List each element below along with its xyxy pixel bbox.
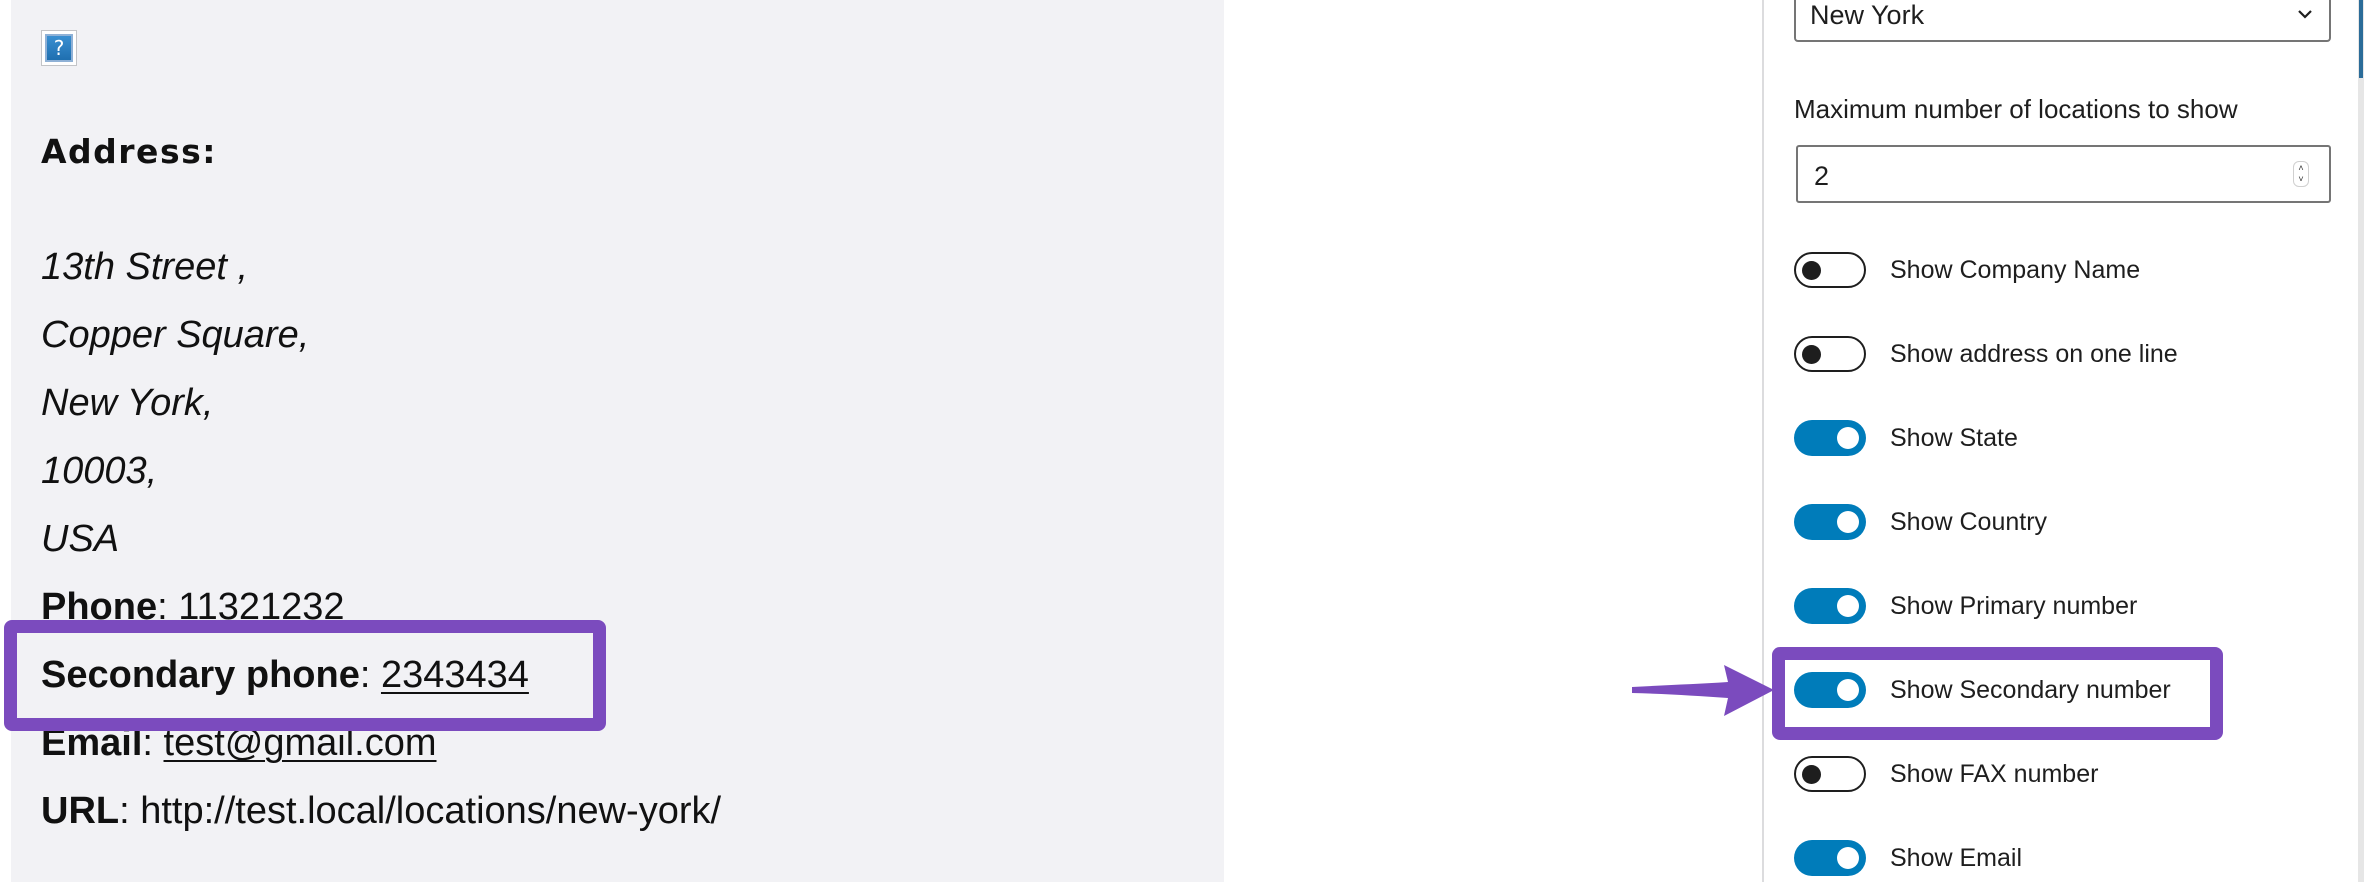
toggle-row[interactable]: Show State	[1794, 418, 2018, 458]
toggle-label[interactable]: Show address on one line	[1890, 340, 2178, 369]
toggle-knob	[1837, 847, 1859, 869]
toggle-row[interactable]: Show FAX number	[1794, 754, 2098, 794]
secondary-phone-highlight-box	[4, 620, 606, 731]
sidebar-scrollbar-thumb[interactable]	[2359, 0, 2363, 78]
toggle-label[interactable]: Show Primary number	[1890, 592, 2137, 621]
toggle-knob	[1837, 595, 1859, 617]
sidebar-scrollbar[interactable]	[2358, 0, 2364, 882]
spinner-up-icon[interactable]: ˄	[2298, 163, 2303, 174]
spinner-down-icon[interactable]: ˅	[2298, 174, 2303, 185]
toggle-knob	[1802, 261, 1821, 280]
annotation-arrow-icon	[1632, 665, 1774, 716]
help-icon[interactable]: ?	[41, 30, 77, 66]
address-line-country: USA	[41, 518, 120, 560]
toggle-switch[interactable]	[1794, 756, 1866, 792]
question-mark-icon: ?	[45, 34, 73, 62]
secondary-number-highlight-box	[1772, 647, 2223, 740]
toggle-switch[interactable]	[1794, 504, 1866, 540]
address-line-square: Copper Square,	[41, 314, 310, 356]
toggle-row[interactable]: Show address on one line	[1794, 334, 2178, 374]
toggle-row[interactable]: Show Primary number	[1794, 586, 2137, 626]
toggle-switch[interactable]	[1794, 840, 1866, 876]
toggle-switch[interactable]	[1794, 252, 1866, 288]
toggle-label[interactable]: Show Country	[1890, 508, 2047, 537]
chevron-down-icon	[2298, 10, 2312, 19]
toggle-knob	[1837, 511, 1859, 533]
url-value: http://test.local/locations/new-york/	[140, 790, 722, 832]
toggle-label[interactable]: Show Company Name	[1890, 256, 2140, 285]
toggle-switch[interactable]	[1794, 336, 1866, 372]
toggle-label[interactable]: Show FAX number	[1890, 760, 2098, 789]
toggle-knob	[1802, 345, 1821, 364]
toggle-knob	[1837, 427, 1859, 449]
toggle-row[interactable]: Show Email	[1794, 838, 2022, 878]
max-locations-value: 2	[1814, 161, 1830, 191]
max-locations-input[interactable]: 2 ˄ ˅	[1796, 145, 2331, 203]
toggle-switch[interactable]	[1794, 420, 1866, 456]
max-locations-label: Maximum number of locations to show	[1794, 94, 2238, 124]
toggle-row[interactable]: Show Country	[1794, 502, 2047, 542]
address-line-city: New York,	[41, 382, 214, 424]
location-select-value: New York	[1810, 0, 1925, 30]
number-spinner[interactable]: ˄ ˅	[2293, 161, 2309, 187]
address-line-zip: 10003,	[41, 450, 158, 492]
toggle-label[interactable]: Show Email	[1890, 844, 2022, 873]
toggle-knob	[1802, 765, 1821, 784]
location-select[interactable]: New York	[1794, 0, 2331, 42]
toggle-row[interactable]: Show Company Name	[1794, 250, 2140, 290]
address-line-street: 13th Street ,	[41, 246, 249, 288]
url-label: URL	[41, 790, 120, 832]
url-separator: :	[119, 790, 141, 832]
toggle-label[interactable]: Show State	[1890, 424, 2018, 453]
toggle-switch[interactable]	[1794, 588, 1866, 624]
url-line: URL: http://test.local/locations/new-yor…	[41, 790, 721, 833]
address-heading: Address:	[41, 132, 217, 171]
